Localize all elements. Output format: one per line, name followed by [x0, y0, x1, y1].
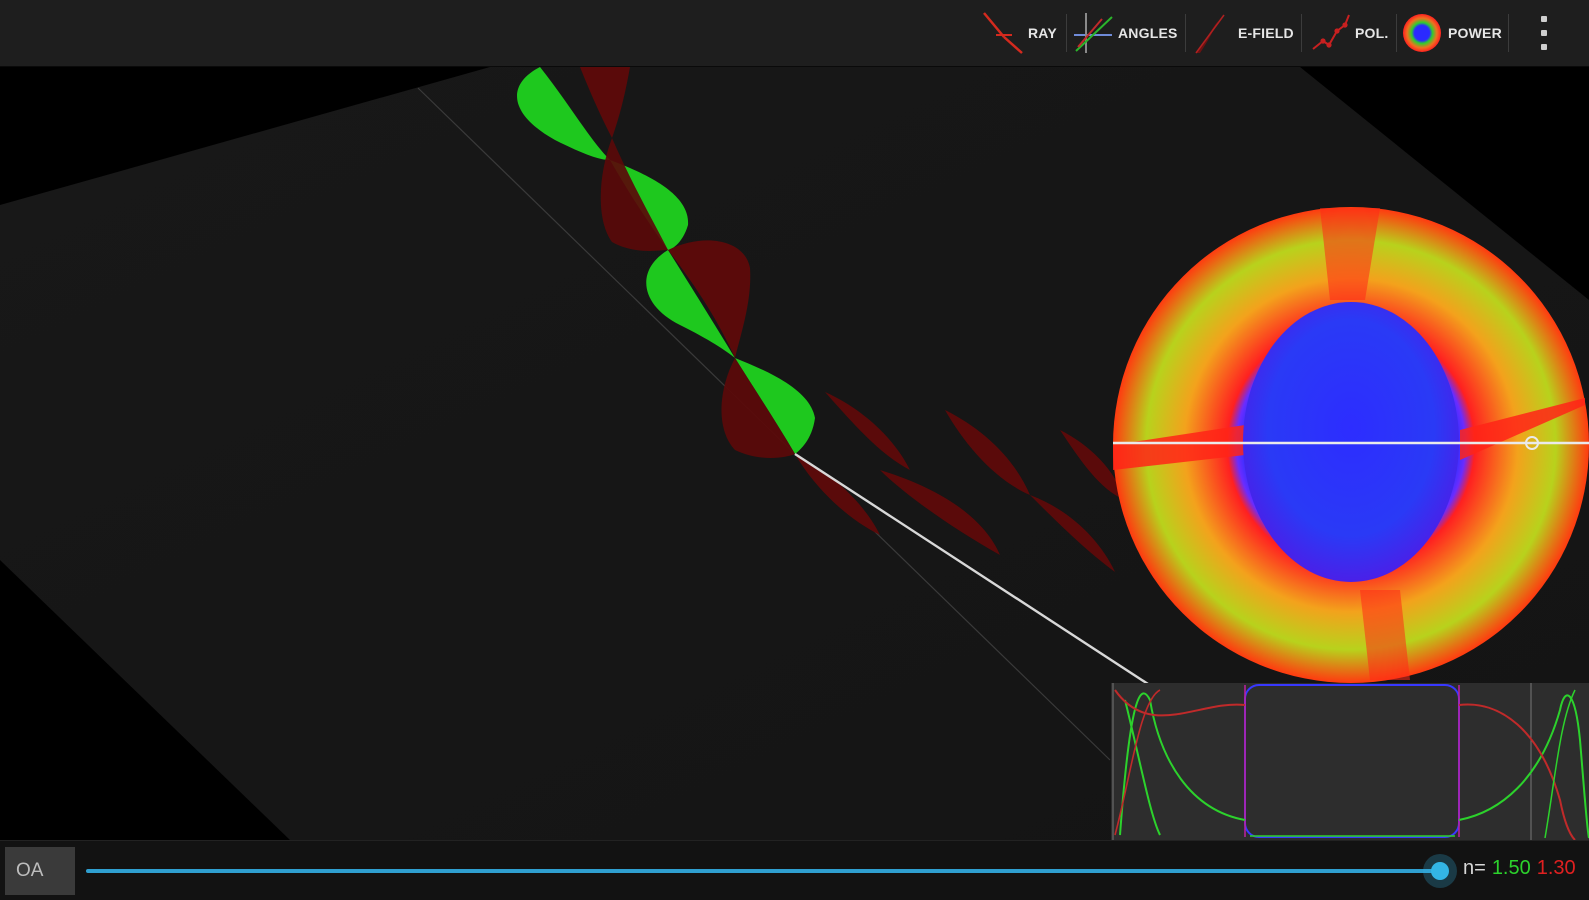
toolbar-divider — [1066, 14, 1067, 52]
index-surface[interactable] — [1113, 207, 1589, 683]
ray-toggle[interactable]: RAY — [982, 10, 1057, 56]
angles-toggle[interactable]: ANGLES — [1072, 10, 1178, 56]
n-label: n= — [1463, 857, 1486, 879]
ray-label: RAY — [1028, 25, 1057, 41]
e-field-label: E-FIELD — [1238, 25, 1294, 41]
angles-icon — [1074, 13, 1113, 53]
refractive-index-readout: n= 1.50 1.30 — [1463, 857, 1576, 880]
polarization-toggle[interactable]: POL. — [1309, 10, 1388, 56]
polarization-icon — [1312, 14, 1350, 50]
power-icon — [1403, 14, 1441, 52]
power-toggle[interactable]: POWER — [1402, 10, 1502, 56]
crystal-3d-view[interactable] — [0, 67, 1589, 840]
refractive-index-slider[interactable] — [86, 869, 1439, 873]
scene-canvas — [0, 67, 1589, 840]
e-field-icon — [1195, 13, 1225, 54]
pol-label: POL. — [1355, 25, 1389, 41]
toolbar-divider — [1301, 14, 1302, 52]
power-label: POWER — [1448, 25, 1502, 41]
action-bar: RAY ANGLES E-FIELD POL. POWER — [0, 0, 1589, 67]
control-bar: OA n= 1.50 1.30 — [0, 840, 1589, 900]
optic-axis-button[interactable]: OA — [5, 847, 75, 895]
more-vert-icon[interactable] — [1537, 16, 1551, 50]
ray-icon — [983, 12, 1023, 54]
e-field-toggle[interactable]: E-FIELD — [1192, 10, 1294, 56]
n-ordinary-value: 1.50 — [1491, 857, 1531, 879]
slider-thumb[interactable] — [1423, 854, 1457, 888]
toolbar-divider — [1185, 14, 1186, 52]
toolbar-divider — [1396, 14, 1397, 52]
angles-label: ANGLES — [1118, 25, 1178, 41]
n-extraordinary-value: 1.30 — [1536, 857, 1576, 879]
toolbar-divider — [1508, 14, 1509, 52]
cross-section-plot — [1111, 683, 1589, 840]
